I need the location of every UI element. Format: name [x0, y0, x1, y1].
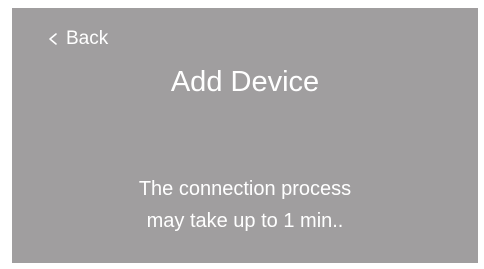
back-button[interactable]: Back — [46, 26, 108, 52]
device-screen: Back Add Device The connection process m… — [12, 8, 478, 263]
connection-message: The connection process may take up to 1 … — [12, 173, 478, 237]
message-line-1: The connection process — [138, 178, 352, 200]
chevron-left-icon — [46, 31, 60, 47]
back-label: Back — [66, 28, 109, 49]
message-line-2: may take up to 1 min.. — [146, 210, 344, 232]
page-title: Add Device — [170, 66, 320, 98]
